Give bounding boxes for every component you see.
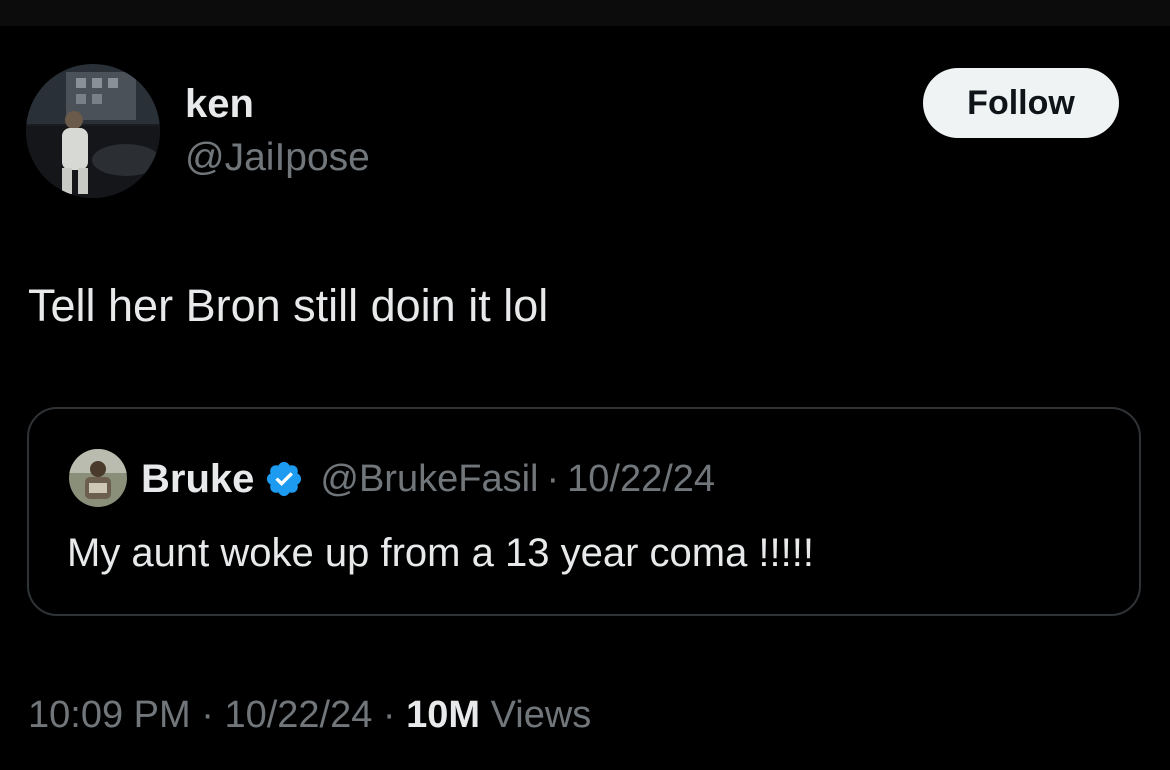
quoted-author-avatar[interactable] (69, 449, 127, 507)
author-handle[interactable]: @JaiIpose (185, 134, 370, 182)
quoted-separator: · (546, 457, 560, 500)
follow-button[interactable]: Follow (923, 68, 1119, 138)
tweet-text: Tell her Bron still doin it lol (28, 280, 549, 331)
author-avatar[interactable] (26, 64, 160, 198)
tweet-metadata: 10:09 PM · 10/22/24 · 10M Views (28, 690, 591, 740)
views-count[interactable]: 10M (406, 694, 480, 736)
tweet-date[interactable]: 10/22/24 (224, 694, 372, 736)
meta-separator: · (201, 694, 214, 736)
quoted-tweet-text: My aunt woke up from a 13 year coma !!!!… (67, 531, 814, 575)
quoted-author-handle[interactable]: @BrukeFasil (320, 458, 538, 501)
quoted-tweet-card[interactable]: Bruke @BrukeFasil · 10/22/24 My aunt wok… (27, 407, 1141, 616)
tweet-time[interactable]: 10:09 PM (28, 694, 191, 736)
verified-badge-icon (264, 459, 304, 499)
status-bar-strip (0, 0, 1170, 26)
quoted-tweet-date[interactable]: 10/22/24 (567, 458, 715, 501)
views-label: Views (490, 694, 592, 736)
quoted-tweet-header: Bruke @BrukeFasil · 10/22/24 (141, 451, 715, 507)
author-display-name[interactable]: ken (185, 80, 254, 128)
quoted-author-name[interactable]: Bruke (141, 457, 254, 502)
meta-separator-2: · (382, 694, 396, 736)
